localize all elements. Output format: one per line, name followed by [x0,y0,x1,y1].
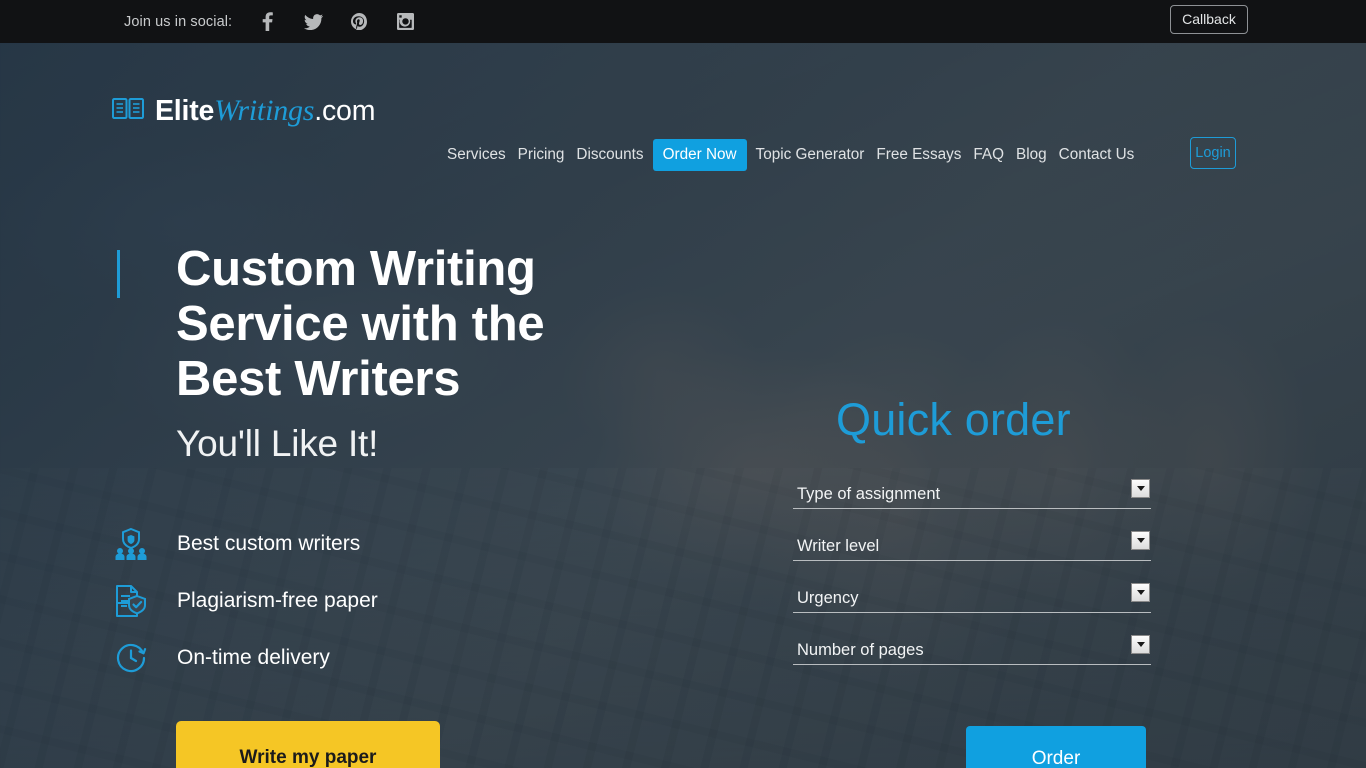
feature-item-plagiarism-free-paper: Plagiarism-free paper [114,572,534,629]
nav-item-free-essays[interactable]: Free Essays [870,142,967,167]
callback-button[interactable]: Callback [1170,5,1248,34]
writer-level-select[interactable]: Writer level [793,535,1151,561]
facebook-icon[interactable] [244,9,290,35]
feature-label: Best custom writers [177,531,361,555]
login-button[interactable]: Login [1190,137,1236,169]
page-subtitle: You'll Like It! [176,423,379,464]
instagram-icon[interactable] [382,9,428,35]
logo-text-elite: Elite [155,95,215,127]
field-number-of-pages: Number of pages [793,635,1151,691]
open-book-icon [112,97,144,126]
quick-order-form: Type of assignment Writer level Urgency … [793,479,1151,691]
nav-item-services[interactable]: Services [441,142,512,167]
quick-order-title: Quick order [836,394,1071,445]
nav-item-blog[interactable]: Blog [1010,142,1053,167]
twitter-icon[interactable] [290,9,336,35]
feature-list: Best custom writers Plagiarism-free pape… [114,515,534,686]
hero-section: EliteWritings.com Services Pricing Disco… [0,43,1366,768]
field-urgency: Urgency [793,583,1151,639]
main-navigation: Services Pricing Discounts Order Now Top… [441,139,1140,171]
type-of-assignment-select[interactable]: Type of assignment [793,483,1151,509]
write-my-paper-button[interactable]: Write my paper [176,721,440,768]
social-label: Join us in social: [124,13,233,30]
feature-label: Plagiarism-free paper [177,588,378,612]
nav-item-faq[interactable]: FAQ [967,142,1010,167]
clock-icon [114,641,158,675]
urgency-select[interactable]: Urgency [793,587,1151,613]
feature-item-on-time-delivery: On-time delivery [114,629,534,686]
nav-item-topic-generator[interactable]: Topic Generator [750,142,871,167]
field-writer-level: Writer level [793,531,1151,587]
nav-item-discounts[interactable]: Discounts [570,142,649,167]
headline-accent-bar [117,250,120,298]
nav-item-contact-us[interactable]: Contact Us [1053,142,1141,167]
writers-shield-icon [114,527,158,561]
plagiarism-free-document-icon [114,584,158,618]
order-button[interactable]: Order [966,726,1146,768]
feature-item-best-custom-writers: Best custom writers [114,515,534,572]
page-title: Custom Writing Service with the Best Wri… [176,242,545,406]
site-logo[interactable]: EliteWritings.com [112,94,375,128]
top-bar: Join us in social: Callback [0,0,1366,43]
social-icons-group [244,9,428,35]
field-type-of-assignment: Type of assignment [793,479,1151,535]
nav-item-pricing[interactable]: Pricing [512,142,571,167]
logo-text-writings: Writings [214,94,315,127]
number-of-pages-select[interactable]: Number of pages [793,639,1151,665]
logo-text-com: .com [314,95,376,127]
nav-item-order-now[interactable]: Order Now [652,139,747,171]
feature-label: On-time delivery [177,645,330,669]
pinterest-icon[interactable] [336,9,382,35]
